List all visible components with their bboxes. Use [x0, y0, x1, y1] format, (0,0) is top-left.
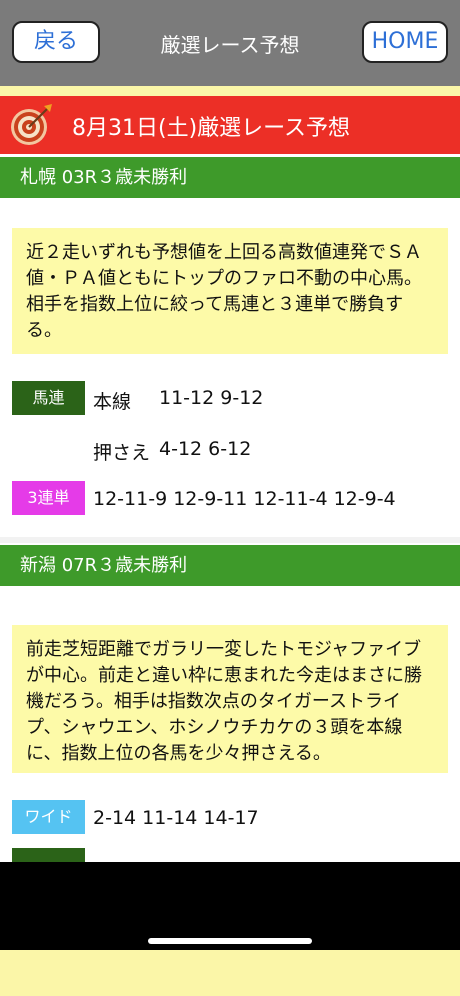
bottom-bar [0, 862, 460, 950]
bet-combos: 2-14 11-14 14-17 [93, 807, 259, 829]
bet-type-badge [12, 848, 85, 862]
page-header: 8月31日(土)厳選レース予想 [0, 96, 460, 154]
section-divider [0, 537, 460, 543]
nav-title: 厳選レース予想 [160, 33, 300, 57]
race-header: 札幌 03R３歳未勝利 [0, 157, 460, 198]
bet-type-badge: ワイド [12, 800, 85, 834]
bet-type-badge: 馬連 [12, 381, 85, 415]
bet-combos: 12-11-9 12-9-11 12-11-4 12-9-4 [93, 488, 396, 510]
bet-line-label: 押さえ [93, 442, 151, 464]
bet-line-label: 本線 [93, 391, 132, 413]
back-button[interactable]: 戻る [12, 21, 100, 63]
target-icon [11, 104, 52, 145]
race-comment: 前走芝短距離でガラリ一変したトモジャファイブが中心。前走と違い枠に恵まれた今走は… [12, 625, 448, 773]
race-comment: 近２走いずれも予想値を上回る高数値連発でＳＡ値・ＰＡ値ともにトップのファロ不動の… [12, 228, 448, 354]
home-indicator[interactable] [148, 938, 312, 944]
bet-combos: 4-12 6-12 [159, 438, 252, 460]
bet-combos: 11-12 9-12 [159, 387, 264, 409]
bet-type-badge: 3連単 [12, 481, 85, 515]
page-title: 8月31日(土)厳選レース予想 [72, 116, 351, 141]
top-divider [0, 86, 460, 96]
navigation-bar: 戻る 厳選レース予想 HOME [0, 0, 460, 86]
race-header: 新潟 07R３歳未勝利 [0, 545, 460, 586]
home-button[interactable]: HOME [362, 21, 448, 63]
bottom-strip [0, 950, 460, 996]
